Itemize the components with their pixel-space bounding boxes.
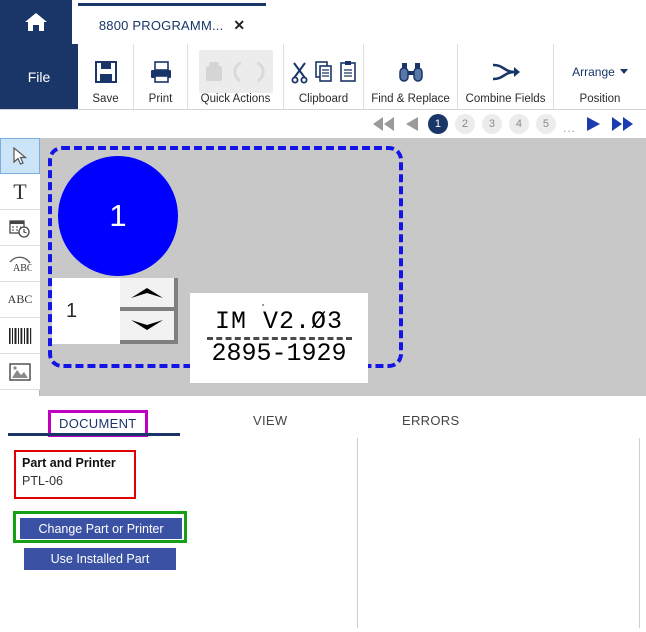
ribbon-group-clipboard: Clipboard [284,44,364,109]
ribbon-label-print: Print [149,93,173,105]
text-tool[interactable]: T [0,174,40,210]
page-button-2[interactable]: 2 [455,114,475,134]
document-tab[interactable]: 8800 PROGRAMM... ✕ [78,3,266,44]
change-part-highlight: Change Part or Printer [13,511,187,543]
ribbon-label-combine-fields: Combine Fields [466,93,546,105]
counter-object[interactable]: 1 [52,278,120,344]
label-text-line1: IM V2.Ø3 [215,309,343,335]
abc-icon: ABC [8,292,33,307]
counter-increment-button[interactable] [120,278,178,311]
ribbon-label-find-replace: Find & Replace [371,93,450,105]
trash-icon [203,60,225,84]
tab-errors[interactable]: ERRORS [402,413,459,428]
canvas-marker-dot [262,304,264,306]
save-floppy-icon[interactable] [93,59,119,85]
chevron-down-icon [129,319,165,332]
home-button[interactable] [0,0,72,44]
ribbon-label-quick-actions: Quick Actions [201,93,271,105]
scissors-icon[interactable] [290,60,310,84]
label-text-object[interactable]: IM V2.Ø3 2895-1929 [190,293,368,383]
page-button-5[interactable]: 5 [536,114,556,134]
page-navigation: 1 2 3 4 5 ... [0,110,646,138]
curved-abc-icon: ABC [8,254,32,274]
label-text-line2: 2895-1929 [211,341,346,367]
arrange-label: Arrange [572,65,615,79]
tab-strip [266,0,646,44]
ribbon-group-position: Arrange Position [554,44,646,109]
ribbon-group-combine-fields: Combine Fields [458,44,554,109]
copy-icon[interactable] [314,60,334,84]
select-tool[interactable] [0,138,40,174]
close-icon[interactable]: ✕ [233,17,245,34]
next-page-button[interactable] [583,115,603,133]
curved-text-tool[interactable]: ABC [0,246,40,282]
page-button-4[interactable]: 4 [509,114,529,134]
ribbon-group-quick-actions: Quick Actions [188,44,284,109]
tab-view[interactable]: VIEW [253,413,287,428]
prev-page-button[interactable] [403,115,421,133]
use-installed-part-button[interactable]: Use Installed Part [24,548,176,570]
part-and-printer-section: Part and Printer PTL-06 [14,450,136,499]
page-ellipsis: ... [563,121,576,138]
paste-icon[interactable] [338,60,358,84]
circle-number-label: 1 [109,198,126,234]
part-and-printer-title: Part and Printer [22,456,134,470]
arrange-dropdown[interactable]: Arrange [572,65,628,79]
merge-arrow-icon[interactable] [490,61,522,83]
barcode-icon [8,327,32,345]
undo-icon [229,60,247,84]
serialize-tool[interactable]: ABC [0,282,40,318]
panel-vertical-divider [357,438,358,628]
svg-text:ABC: ABC [13,263,32,274]
ribbon-label-clipboard: Clipboard [299,93,348,105]
printer-icon[interactable] [148,59,174,85]
home-icon [23,10,49,34]
tab-active-underline [8,433,180,436]
redo-icon [251,60,269,84]
page-button-3[interactable]: 3 [482,114,502,134]
last-page-button[interactable] [610,115,636,133]
page-button-1[interactable]: 1 [428,114,448,134]
ribbon-label-save: Save [92,93,118,105]
part-and-printer-value: PTL-06 [22,474,134,488]
datetime-tool[interactable] [0,210,40,246]
picture-icon [9,363,31,381]
properties-panel: DOCUMENT VIEW ERRORS Part and Printer PT… [0,396,646,632]
panel-right-divider [639,438,640,628]
counter-spinner [120,278,178,344]
document-tab-label: 8800 PROGRAMM... [99,18,224,33]
calendar-clock-icon [9,218,31,238]
text-t-icon: T [13,179,26,205]
ribbon-group-print: Print [134,44,188,109]
ribbon-toolbar: File Save [0,44,646,110]
cursor-arrow-icon [10,146,30,166]
ribbon-group-find-replace: Find & Replace [364,44,458,109]
chevron-up-icon [129,286,165,299]
counter-decrement-button[interactable] [120,311,178,344]
ribbon-label-position: Position [580,93,621,105]
label-canvas[interactable]: T ABC ABC [0,138,646,396]
barcode-tool[interactable] [0,318,40,354]
file-menu-button[interactable]: File [0,44,78,109]
first-page-button[interactable] [370,115,396,133]
titlebar: 8800 PROGRAMM... ✕ [0,0,646,44]
ribbon-group-save: Save [78,44,134,109]
change-part-or-printer-button[interactable]: Change Part or Printer [20,518,182,539]
counter-value: 1 [66,300,77,323]
circle-object[interactable]: 1 [58,156,178,276]
binoculars-icon[interactable] [397,60,425,84]
application-window: 8800 PROGRAMM... ✕ File Save [0,0,646,632]
chevron-down-icon [620,69,628,74]
image-tool[interactable] [0,354,40,390]
tool-palette: T ABC ABC [0,138,40,396]
